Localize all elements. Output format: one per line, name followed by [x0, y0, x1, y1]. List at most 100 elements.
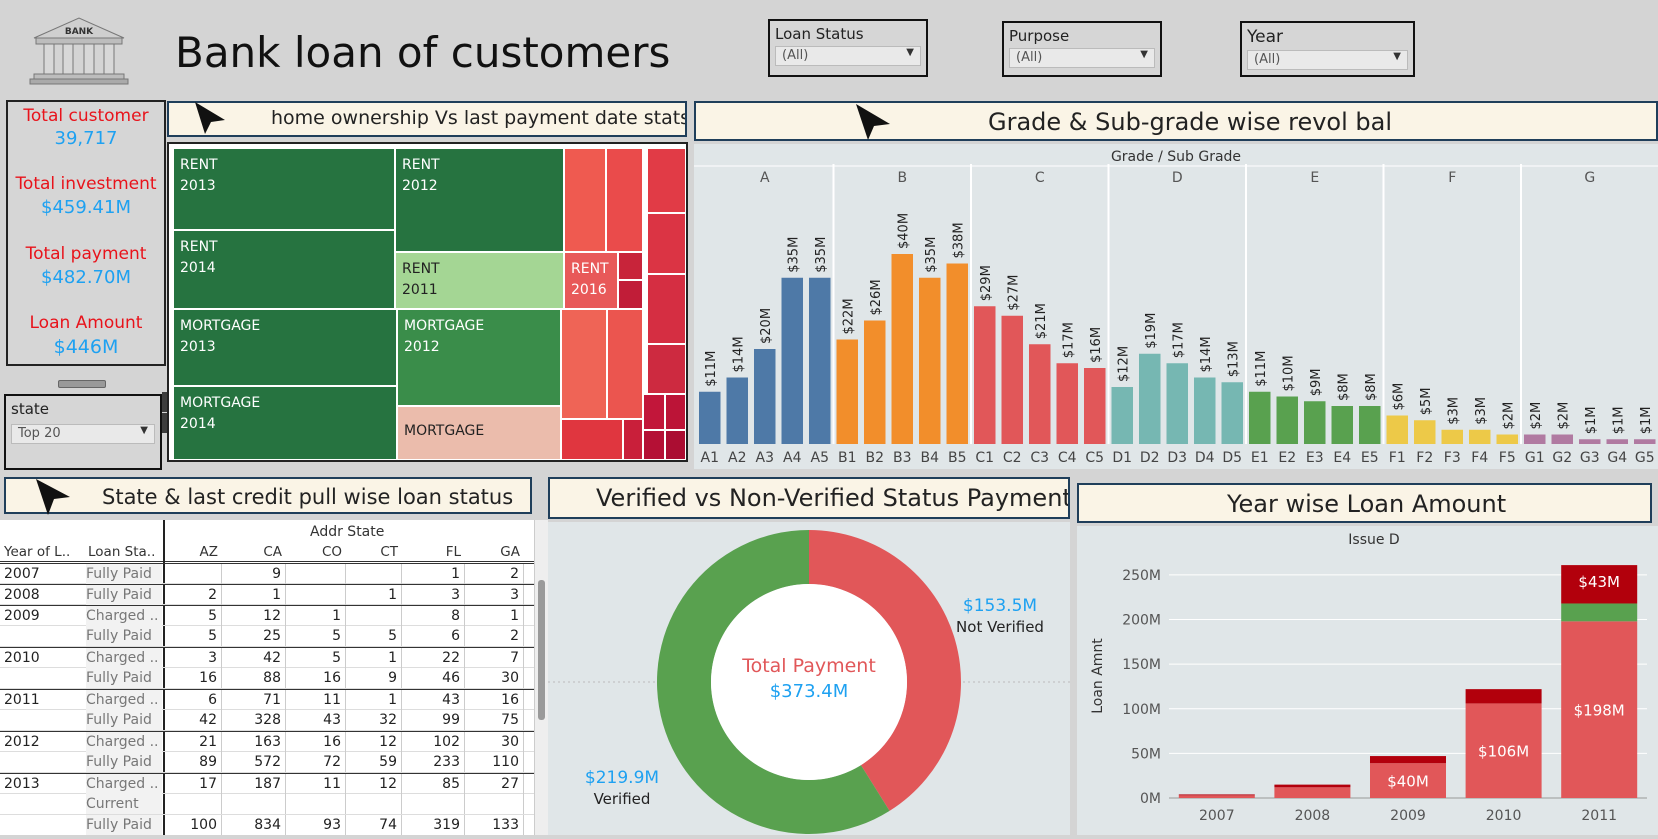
filter-dropdown[interactable]: (All) ▼ [1009, 48, 1155, 68]
table-cell: 2011 [4, 692, 40, 708]
tick-label: A1 [701, 450, 719, 466]
bar [1029, 344, 1051, 444]
filter-dropdown[interactable]: (All) ▼ [1247, 50, 1408, 70]
treemap-cell: RENT 2016 [564, 252, 618, 309]
state-filter[interactable]: state Top 20 ▼ [4, 394, 162, 470]
bar-label: $17M [1171, 322, 1186, 358]
tick-label: F4 [1471, 450, 1488, 466]
bar [1386, 415, 1408, 444]
treemap-cell [643, 394, 665, 430]
bar [1496, 434, 1518, 444]
column-header[interactable]: GA [468, 544, 524, 560]
bar-segment [1274, 787, 1351, 798]
bar [781, 277, 803, 444]
filter-dropdown[interactable]: Top 20 ▼ [11, 424, 155, 444]
panel-title: Year wise Loan Amount [1227, 490, 1507, 518]
table-cell: 1 [405, 564, 465, 584]
scrollbar-thumb[interactable] [538, 580, 545, 720]
tick-label: A3 [756, 450, 774, 466]
panel-title: home ownership Vs last payment date stat… [271, 107, 687, 129]
slice-value-label: $219.9M [585, 768, 659, 788]
bar [919, 277, 941, 444]
filter-year[interactable]: Year (All) ▼ [1240, 21, 1415, 77]
bar [1359, 406, 1381, 444]
tick-label: C2 [1003, 450, 1022, 466]
bar-label: $21M [1034, 303, 1049, 339]
y-axis-label: Loan Amnt [1090, 638, 1106, 714]
panel-title: Grade & Sub-grade wise revol bal [988, 108, 1393, 136]
tick-label: B5 [948, 450, 967, 466]
column-header[interactable]: Year of L.. [4, 544, 88, 560]
table-cell: Charged .. [86, 774, 162, 794]
filter-dropdown[interactable]: (All) ▼ [775, 46, 921, 66]
table-cell [350, 794, 402, 814]
x-tick-label: 2011 [1581, 808, 1617, 824]
tick-label: C3 [1030, 450, 1049, 466]
column-header[interactable]: Loan Sta.. [88, 544, 164, 560]
column-header[interactable]: AZ [167, 544, 222, 560]
table-row: Current [0, 794, 534, 815]
table-cell: Charged .. [86, 648, 162, 668]
column-group-label: Addr State [310, 524, 385, 540]
y-tick-label: 250M [1122, 568, 1161, 584]
bar [891, 254, 913, 444]
tick-label: G3 [1580, 450, 1600, 466]
bar-label: $35M [814, 237, 829, 273]
treemap-chart: RENT 2013 RENT 2012 RENT 2014 RENT 2011 RENT… [167, 142, 688, 462]
table-cell: 100 [167, 815, 222, 835]
table-cell: 75 [468, 710, 524, 730]
bar-label: $5M [1419, 387, 1434, 415]
bar-segment [1370, 756, 1446, 764]
x-tick-label: 2007 [1199, 808, 1235, 824]
treemap-header: home ownership Vs last payment date stat… [167, 101, 687, 137]
table-cell: 5 [167, 606, 222, 626]
bar-label: $35M [786, 237, 801, 273]
filter-loan-status[interactable]: Loan Status (All) ▼ [768, 19, 928, 77]
vertical-scrollbar[interactable] [534, 520, 548, 835]
table-cell [167, 794, 222, 814]
table-cell: 1 [350, 585, 402, 605]
tick-label: D4 [1195, 450, 1215, 466]
table-row: 2012 Charged .. 21 163 16 12 102 30 [0, 731, 534, 752]
tick-label: G1 [1525, 450, 1545, 466]
treemap-cell [564, 148, 606, 252]
bar [946, 263, 968, 444]
tick-label: E1 [1251, 450, 1269, 466]
filter-purpose[interactable]: Purpose (All) ▼ [1002, 21, 1162, 77]
treemap-cell [647, 148, 686, 213]
table-cell: 2010 [4, 650, 40, 666]
treemap-cell: RENT 2014 [173, 230, 395, 309]
table-cell: 233 [405, 752, 465, 772]
table-cell [468, 794, 524, 814]
column-header[interactable]: FL [405, 544, 465, 560]
table-cell: 42 [167, 710, 222, 730]
column-header[interactable]: CO [289, 544, 346, 560]
bar [974, 306, 996, 444]
treemap-cell [623, 419, 643, 460]
table-cell: 12 [229, 606, 286, 626]
column-header[interactable]: CT [350, 544, 402, 560]
table-cell: Fully Paid [86, 710, 162, 730]
tick-label: G4 [1607, 450, 1627, 466]
state-table-header: State & last credit pull wise loan statu… [4, 477, 532, 514]
verified-chart-area: Total Payment $373.4M $153.5M Not Verified $… [548, 522, 1070, 835]
tick-label: C5 [1085, 450, 1104, 466]
bar-label: $8M [1336, 373, 1351, 401]
table-cell: 8 [405, 606, 465, 626]
bar-label: $3M [1446, 397, 1461, 425]
filter-value: (All) [1254, 52, 1281, 67]
y-tick-label: 50M [1131, 746, 1161, 762]
column-header[interactable]: CA [229, 544, 286, 560]
drag-handle[interactable] [58, 380, 106, 388]
table-cell: 11 [289, 774, 346, 794]
bar [1331, 406, 1353, 444]
filter-value: (All) [782, 48, 809, 63]
bar-segment [1274, 784, 1351, 788]
table-cell: 22 [405, 648, 465, 668]
bar-segment [1178, 794, 1255, 796]
filter-label: state [11, 400, 49, 418]
chevron-down-icon: ▼ [906, 47, 914, 58]
treemap-cell: MORTGAGE [397, 406, 561, 460]
year-chart-area: Issue D Loan Amnt 0M 50M 100M 150M 200M 250M 200… [1077, 526, 1658, 835]
table-cell: 9 [350, 668, 402, 688]
